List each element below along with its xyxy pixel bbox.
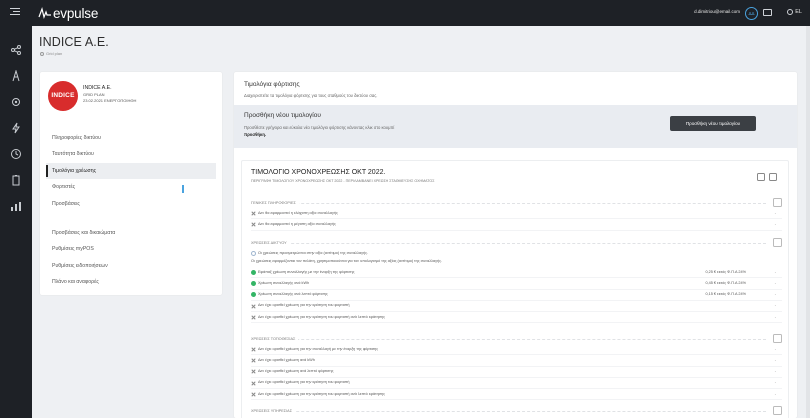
section-location: ΧΡΕΩΣΕΙΣ ΤΟΠΟΘΕΣΙΑΣ Δεν έχει ορισθεί χρέ… [251, 334, 782, 401]
plan-subtitle: ΠΕΡΙΓΡΑΦΗ ΤΙΜΟΛΟΓΙΟΥ ΧΡΟΝΟΧΡΕΩΣΗΣ ΟΚΤ 20… [251, 179, 435, 183]
menu-icon[interactable] [10, 8, 20, 17]
x-icon [251, 211, 256, 216]
clock-icon[interactable] [10, 148, 22, 160]
station-logo: INDICE [48, 81, 78, 111]
list-item: Δεν έχει ορισθεί χρέωση για την κράτηση … [251, 378, 782, 390]
note: Οι χρεώσεις προσμετρώνται στην αξία (αντ… [251, 249, 782, 257]
globe-icon [787, 9, 794, 15]
edit-icon[interactable] [773, 334, 782, 343]
list-item: Χρέωση συναλλαγής ανά kWh 0,45 € εκτός Φ.… [251, 278, 782, 290]
note: Οι χρεώσεις εφαρμόζονται τον πελάτη, χρη… [251, 259, 443, 263]
add-plan-banner: Προσθήκη νέου τιμολογίου Προσθέστε γρήγο… [234, 105, 797, 148]
battery-icon[interactable] [10, 174, 22, 186]
nav-item-notifications[interactable]: Ρυθμίσεις ειδοποιήσεων [46, 258, 216, 274]
top-bar: evpulse d.dimitriou@email.com ΔΔ EL [0, 0, 810, 26]
section-header: ΓΕΝΙΚΕΣ ΠΛΗΡΟΦΟΡΙΕΣ [251, 201, 299, 205]
settings-nav: Πληροφορίες δικτύου Ταυτότητα δικτύου Τι… [46, 130, 216, 291]
user-email[interactable]: d.dimitriou@email.com [694, 9, 740, 14]
list-item: Δεν έχει ορισθεί χρέωση για την κράτηση … [251, 312, 782, 324]
x-icon [251, 381, 256, 386]
plan-title: ΤΙΜΟΛΟΓΙΟ ΧΡΟΝΟΧΡΕΩΣΗΣ ΟΚΤ 2022. [251, 169, 386, 176]
plan-card: ΤΙΜΟΛΟΓΙΟ ΧΡΟΝΟΧΡΕΩΣΗΣ ΟΚΤ 2022. ΠΕΡΙΓΡΑ… [241, 160, 789, 418]
scrollbar[interactable] [806, 26, 810, 418]
plan-icon [40, 51, 44, 56]
section-general: ΓΕΝΙΚΕΣ ΠΛΗΡΟΦΟΡΙΕΣ Δεν θα εφαρμοστεί η … [251, 198, 782, 231]
info-icon [251, 250, 256, 256]
pricing-card: Τιμολόγια φόρτισης Διαχειριστείτε τα τιμ… [234, 72, 797, 418]
chart-icon[interactable] [10, 200, 22, 212]
section-service: ΧΡΕΩΣΕΙΣ ΥΠΗΡΕΣΙΑΣ [251, 406, 782, 416]
add-plan-emphasis: προσθήκη. [244, 132, 267, 137]
list-item: Δεν έχει ορισθεί χρέωση για την συναλλαγ… [251, 344, 782, 356]
language-switch[interactable]: EL [787, 9, 802, 15]
section-header: ΧΡΕΩΣΕΙΣ ΔΙΚΤΥΟΥ [251, 241, 290, 245]
nav-item-mypos[interactable]: Ρυθμίσεις myPOS [46, 241, 216, 257]
list-item: Δεν θα εφαρμοστεί η μέγιστη αξία συναλλα… [251, 219, 782, 231]
plan-label: Grid plan [40, 51, 62, 56]
x-icon [251, 315, 256, 320]
pricing-description: Διαχειριστείτε τα τιμολόγια φόρτισης για… [244, 93, 378, 98]
logo-wave-icon [38, 6, 51, 19]
copy-icon[interactable] [757, 173, 765, 181]
share-icon[interactable] [10, 44, 22, 56]
nav-item-network-identity[interactable]: Ταυτότητα δικτύου [46, 146, 216, 162]
x-icon [251, 304, 256, 309]
plan-text: Grid plan [46, 51, 63, 56]
language-label: EL [795, 9, 802, 15]
nav-item-pricing[interactable]: Τιμολόγια χρέωσης [46, 162, 216, 180]
list-item: Δεν θα εφαρμοστεί η ελάχιστη αξία συναλλ… [251, 208, 782, 220]
avatar[interactable]: ΔΔ [745, 7, 758, 20]
pricing-title: Τιμολόγια φόρτισης [244, 81, 300, 88]
section-network: ΧΡΕΩΣΕΙΣ ΔΙΚΤΥΟΥ Οι χρεώσεις προσμετρώντ… [251, 238, 782, 324]
add-plan-description: Προσθέστε γρήγορα και εύκολα νέο τιμολόγ… [244, 125, 395, 130]
list-item: Εφάπαξ χρέωση συναλλαγής με την έναρξη τ… [251, 267, 782, 279]
tower-icon[interactable] [10, 70, 22, 82]
x-icon [251, 222, 256, 227]
list-item: Δεν έχει ορισθεί χρέωση για την κράτηση … [251, 389, 782, 401]
edit-icon[interactable] [773, 406, 782, 415]
list-item: Δεν έχει ορισθεί χρέωση ανά kWh - [251, 355, 782, 367]
nav-item-plan-reports[interactable]: Πλάνο και αναφορές [46, 274, 216, 290]
bolt-icon[interactable] [10, 122, 22, 134]
station-plan: GRID PLAN [83, 92, 105, 97]
station-status: 23.02.2021 ΕΝΕΡΓΟΠΟΙΗΘΗ [83, 98, 137, 103]
logo-text: evpulse [53, 5, 99, 21]
x-icon [251, 369, 256, 374]
nav-item-chargers[interactable]: Φορτιστές [46, 179, 216, 195]
list-item: Χρέωση συναλλαγής ανά λεπτό φόρτισης 0,15… [251, 290, 782, 301]
section-header: ΧΡΕΩΣΕΙΣ ΤΟΠΟΘΕΣΙΑΣ [251, 337, 299, 341]
edit-icon[interactable] [773, 238, 782, 247]
station-card: INDICE INDICE A.E. GRID PLAN 23.02.2021 … [40, 72, 222, 295]
list-item: Δεν έχει ορισθεί χρέωση ανά λεπτό φόρτισ… [251, 367, 782, 378]
nav-item-permissions[interactable]: Προσβάσεις και δικαιώματα [46, 225, 216, 241]
add-plan-button[interactable]: Προσθήκη νέου τιμολογίου [670, 116, 756, 131]
station-name: INDICE A.E. [83, 85, 112, 91]
x-icon [251, 392, 256, 397]
icon-sidebar [0, 26, 32, 418]
nav-item-access[interactable]: Προσβάσεις [46, 196, 216, 212]
chat-icon[interactable] [763, 9, 772, 16]
x-icon [251, 347, 256, 352]
check-icon [251, 292, 256, 298]
x-icon [251, 358, 256, 363]
nav-item-network-info[interactable]: Πληροφορίες δικτύου [46, 130, 216, 146]
check-icon [251, 280, 256, 286]
add-plan-title: Προσθήκη νέου τιμολογίου [244, 112, 321, 119]
check-icon [251, 269, 256, 275]
network-icon[interactable] [10, 96, 22, 108]
page-title: INDICE A.E. [39, 35, 109, 49]
edit-icon[interactable] [773, 198, 782, 207]
list-item: Δεν έχει ορισθεί χρέωση για την κράτηση … [251, 301, 782, 313]
delete-icon[interactable] [769, 173, 777, 181]
section-header: ΧΡΕΩΣΕΙΣ ΥΠΗΡΕΣΙΑΣ [251, 409, 296, 413]
evpulse-logo[interactable]: evpulse [38, 4, 98, 22]
